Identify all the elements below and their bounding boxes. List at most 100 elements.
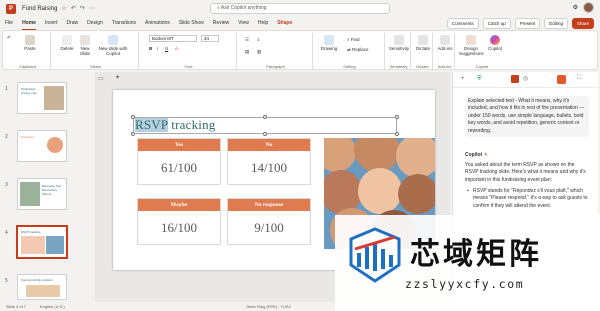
watermark-logo-icon [349, 227, 401, 283]
font-size-select[interactable]: 44 [201, 35, 219, 42]
resize-handle[interactable] [131, 132, 135, 136]
redo-icon[interactable]: ↷ [80, 5, 85, 12]
numbering-button[interactable]: ≡ [257, 37, 260, 42]
copilot-button[interactable]: Copilot [485, 35, 505, 51]
tab-view[interactable]: View [238, 17, 249, 29]
rsvp-cell-no[interactable]: No 14/100 [227, 138, 311, 185]
cell-value: 16/100 [160, 220, 198, 235]
thumb-slide-5[interactable]: Food and drink vendors [17, 274, 67, 300]
new-slide-icon [80, 35, 90, 45]
settings-icon[interactable]: ⚙ [573, 4, 578, 11]
bullets-button[interactable]: ☰ [245, 37, 249, 42]
new-slide-button[interactable]: New Slide [77, 35, 93, 56]
tab-design[interactable]: Design [87, 17, 103, 29]
thumb-slide-1[interactable]: Fundraising strategy plan [17, 82, 67, 114]
cell-label: Yes [138, 139, 220, 151]
photo-face [398, 174, 435, 214]
underline-button[interactable]: U [165, 46, 168, 51]
align-left-button[interactable]: ▤ [245, 49, 249, 54]
design-suggestions-button[interactable]: Design Suggestions [459, 35, 484, 56]
resize-handle[interactable] [131, 115, 135, 119]
align-center-button[interactable]: ▥ [257, 49, 261, 54]
bold-button[interactable]: B [149, 46, 152, 51]
font-color-button[interactable]: A [175, 46, 178, 51]
thumb-slide-4[interactable]: RSVP tracking [16, 225, 68, 259]
resize-handle[interactable] [395, 115, 399, 119]
ribbon: ↶ Paste Clipboard Delete New Slide New s… [2, 30, 598, 70]
new-slide-label: New Slide [79, 46, 90, 56]
addins-button[interactable]: Add-ins [435, 35, 455, 51]
dictate-button[interactable]: Dictate [413, 35, 433, 51]
share-button[interactable]: Share [571, 18, 594, 29]
tab-transitions[interactable]: Transitions [112, 17, 136, 29]
expand-icon[interactable]: ⛶ [577, 75, 581, 82]
addins-icon [440, 35, 450, 45]
cell-label: Maybe [138, 199, 220, 211]
rsvp-cell-no-response[interactable]: No response 9/100 [227, 198, 311, 245]
design-icon [466, 35, 476, 45]
tab-slide-show[interactable]: Slide Show [179, 17, 204, 29]
more-icon[interactable]: ⋯ [89, 5, 95, 12]
thumb-title: Purposes [21, 135, 34, 139]
dictate-group: Dictate Dictate [413, 33, 433, 69]
drawing-button[interactable]: Drawing [319, 35, 339, 51]
resize-handle[interactable] [263, 115, 267, 119]
comments-button[interactable]: Comments [446, 18, 479, 29]
search-input[interactable]: ⌕ Ask Copilot anything [210, 3, 390, 14]
clipboard-icon [25, 35, 35, 45]
search-placeholder: Ask Copilot anything [220, 5, 267, 11]
briefcase-icon[interactable] [511, 75, 519, 83]
rsvp-cell-maybe[interactable]: Maybe 16/100 [137, 198, 221, 245]
paste-button[interactable]: Paste [23, 35, 37, 51]
resize-handle[interactable] [263, 132, 267, 136]
find-button[interactable]: ⌕ Find [347, 37, 360, 42]
thumb-title: RSVP tracking [21, 230, 41, 234]
undo-icon[interactable]: ↶ [71, 5, 76, 12]
group-label-copilot: Copilot [475, 64, 489, 69]
catchup-button[interactable]: Catch up [482, 18, 511, 29]
add-icon[interactable]: + [461, 76, 465, 82]
sensitivity-button[interactable]: Sensitivity [387, 35, 411, 51]
group-label-paragraph: Paragraph [266, 64, 285, 69]
tab-review[interactable]: Review [213, 17, 229, 29]
present-button[interactable]: Present [514, 18, 541, 29]
photo-face [358, 168, 402, 214]
group-label-slides: Slides [90, 64, 101, 69]
tab-shape[interactable]: Shape [277, 17, 292, 29]
tab-file[interactable]: File [5, 17, 13, 29]
thumb-number: 3 [5, 182, 8, 188]
photo-face [354, 138, 400, 172]
tab-insert[interactable]: Insert [45, 17, 58, 29]
thumb-slide-2[interactable]: Purposes [17, 130, 67, 162]
tab-animations[interactable]: Animations [145, 17, 170, 29]
resize-handle[interactable] [395, 132, 399, 136]
copilot-app-icon[interactable] [557, 75, 566, 84]
language-status[interactable]: English (U.S.) [40, 304, 65, 309]
thumb-title: Fundraising strategy plan [21, 87, 37, 95]
tab-home[interactable]: Home [22, 17, 36, 30]
tab-help[interactable]: Help [258, 17, 268, 29]
font-name-select[interactable]: Bodoni MT [149, 35, 197, 42]
thumb-slide-3[interactable]: Riverside Tree Elementary School [17, 178, 67, 210]
globe-icon[interactable]: ◎ [523, 75, 528, 82]
thumb-table [21, 236, 45, 254]
rsvp-cell-yes[interactable]: Yes 61/100 [137, 138, 221, 185]
italic-button[interactable]: I [157, 46, 158, 51]
avatar[interactable] [583, 2, 594, 13]
copilot-label: Copilot [487, 46, 502, 51]
copilot-canvas-icon[interactable]: ✦ [115, 74, 120, 81]
replace-button[interactable]: ⇄ Replace [347, 47, 369, 52]
tab-draw[interactable]: Draw [66, 17, 78, 29]
undo-button[interactable]: ↶ [7, 35, 11, 40]
notes-icon[interactable]: ▭ [98, 75, 104, 82]
delete-button[interactable]: Delete [59, 35, 75, 51]
thumb-title: Riverside Tree Elementary School [42, 184, 62, 196]
cell-value: 61/100 [160, 160, 198, 175]
photo-face [324, 138, 356, 172]
copilot-icon [490, 35, 500, 45]
favorite-star-icon[interactable]: ☆ [61, 5, 66, 12]
new-slide-copilot-button[interactable]: New slide with Copilot [95, 35, 131, 56]
editing-mode-button[interactable]: Editing [544, 18, 568, 29]
document-title[interactable]: Fund Raising [22, 6, 57, 12]
thumb-number: 2 [5, 134, 8, 140]
